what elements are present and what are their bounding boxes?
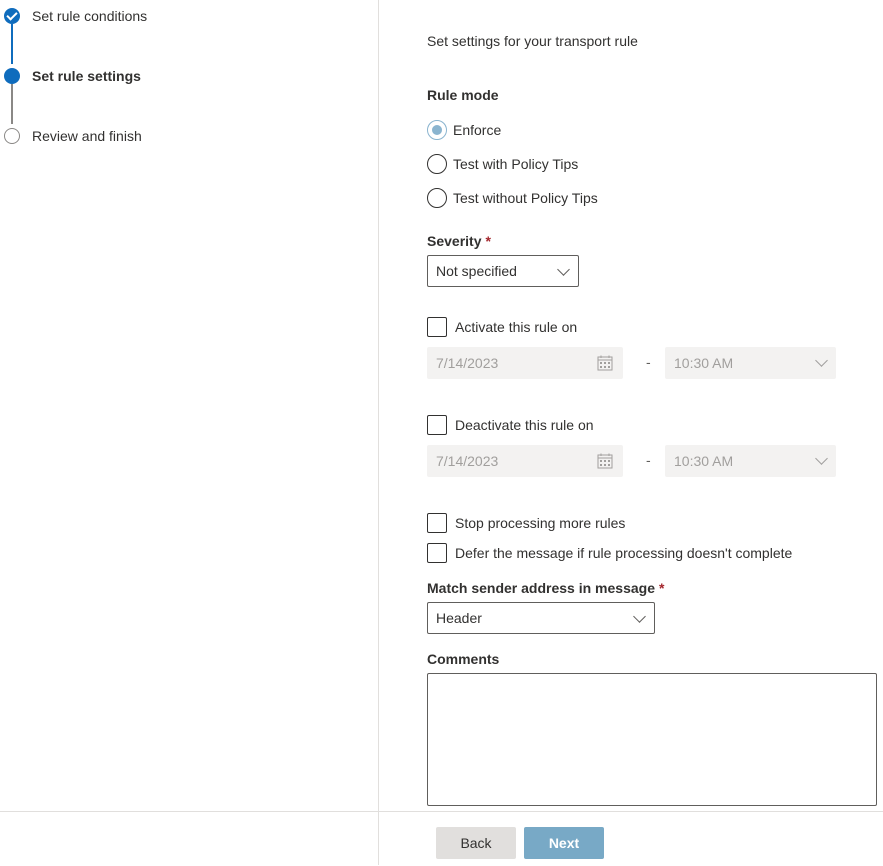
- deactivate-rule-checkbox[interactable]: [427, 415, 447, 435]
- chevron-down-icon: [633, 610, 646, 623]
- comments-label: Comments: [427, 651, 500, 667]
- activate-date-picker: 7/14/2023: [427, 347, 623, 379]
- stop-processing-checkbox-row[interactable]: Stop processing more rules: [427, 513, 625, 533]
- chevron-down-icon: [815, 452, 828, 465]
- deactivate-time-picker: 10:30 AM: [665, 445, 836, 477]
- chevron-down-icon: [557, 263, 570, 276]
- date-value: 7/14/2023: [436, 355, 499, 371]
- rule-mode-label: Rule mode: [427, 87, 499, 103]
- date-time-separator: -: [646, 354, 651, 370]
- checkbox-label: Deactivate this rule on: [455, 417, 594, 433]
- match-sender-dropdown[interactable]: Header: [427, 602, 655, 634]
- radio-label: Test without Policy Tips: [453, 190, 598, 206]
- next-button[interactable]: Next: [524, 827, 604, 859]
- calendar-icon: [597, 453, 613, 469]
- radio-unselected-icon: [427, 154, 447, 174]
- date-value: 7/14/2023: [436, 453, 499, 469]
- severity-dropdown[interactable]: Not specified: [427, 255, 579, 287]
- chevron-down-icon: [815, 354, 828, 367]
- stop-processing-checkbox[interactable]: [427, 513, 447, 533]
- checkmark-icon: [4, 8, 20, 24]
- deactivate-date-picker: 7/14/2023: [427, 445, 623, 477]
- footer-divider: [378, 811, 379, 865]
- activate-rule-checkbox[interactable]: [427, 317, 447, 337]
- radio-selected-icon: [427, 120, 447, 140]
- defer-message-checkbox[interactable]: [427, 543, 447, 563]
- radio-test-with-policy-tips[interactable]: Test with Policy Tips: [427, 154, 578, 174]
- defer-message-checkbox-row[interactable]: Defer the message if rule processing doe…: [427, 543, 792, 563]
- step-set-rule-conditions[interactable]: Set rule conditions: [0, 8, 370, 32]
- page-intro: Set settings for your transport rule: [427, 33, 638, 49]
- deactivate-rule-checkbox-row[interactable]: Deactivate this rule on: [427, 415, 594, 435]
- pending-step-icon: [4, 128, 20, 144]
- checkbox-label: Activate this rule on: [455, 319, 578, 335]
- date-time-separator: -: [646, 452, 651, 468]
- radio-label: Test with Policy Tips: [453, 156, 579, 172]
- radio-enforce[interactable]: Enforce: [427, 120, 501, 140]
- step-label: Set rule conditions: [32, 8, 148, 24]
- severity-label: Severity *: [427, 233, 491, 249]
- required-mark: *: [485, 233, 491, 249]
- time-value: 10:30 AM: [674, 355, 734, 371]
- match-sender-value: Header: [436, 610, 482, 626]
- step-label: Review and finish: [32, 128, 142, 144]
- step-review-and-finish[interactable]: Review and finish: [0, 128, 370, 152]
- step-set-rule-settings[interactable]: Set rule settings: [0, 68, 370, 92]
- radio-unselected-icon: [427, 188, 447, 208]
- radio-label: Enforce: [453, 122, 502, 138]
- match-sender-label: Match sender address in message *: [427, 580, 665, 596]
- step-label: Set rule settings: [32, 68, 141, 84]
- checkbox-label: Defer the message if rule processing doe…: [455, 545, 793, 561]
- checkbox-label: Stop processing more rules: [455, 515, 626, 531]
- severity-value: Not specified: [436, 263, 517, 279]
- wizard-stepper: Set rule conditions Set rule settings Re…: [0, 0, 379, 811]
- comments-textarea[interactable]: [427, 673, 877, 806]
- back-button[interactable]: Back: [436, 827, 516, 859]
- calendar-icon: [597, 355, 613, 371]
- required-mark: *: [659, 580, 665, 596]
- activate-time-picker: 10:30 AM: [665, 347, 836, 379]
- radio-test-without-policy-tips[interactable]: Test without Policy Tips: [427, 188, 598, 208]
- current-step-icon: [4, 68, 20, 84]
- activate-rule-checkbox-row[interactable]: Activate this rule on: [427, 317, 577, 337]
- time-value: 10:30 AM: [674, 453, 734, 469]
